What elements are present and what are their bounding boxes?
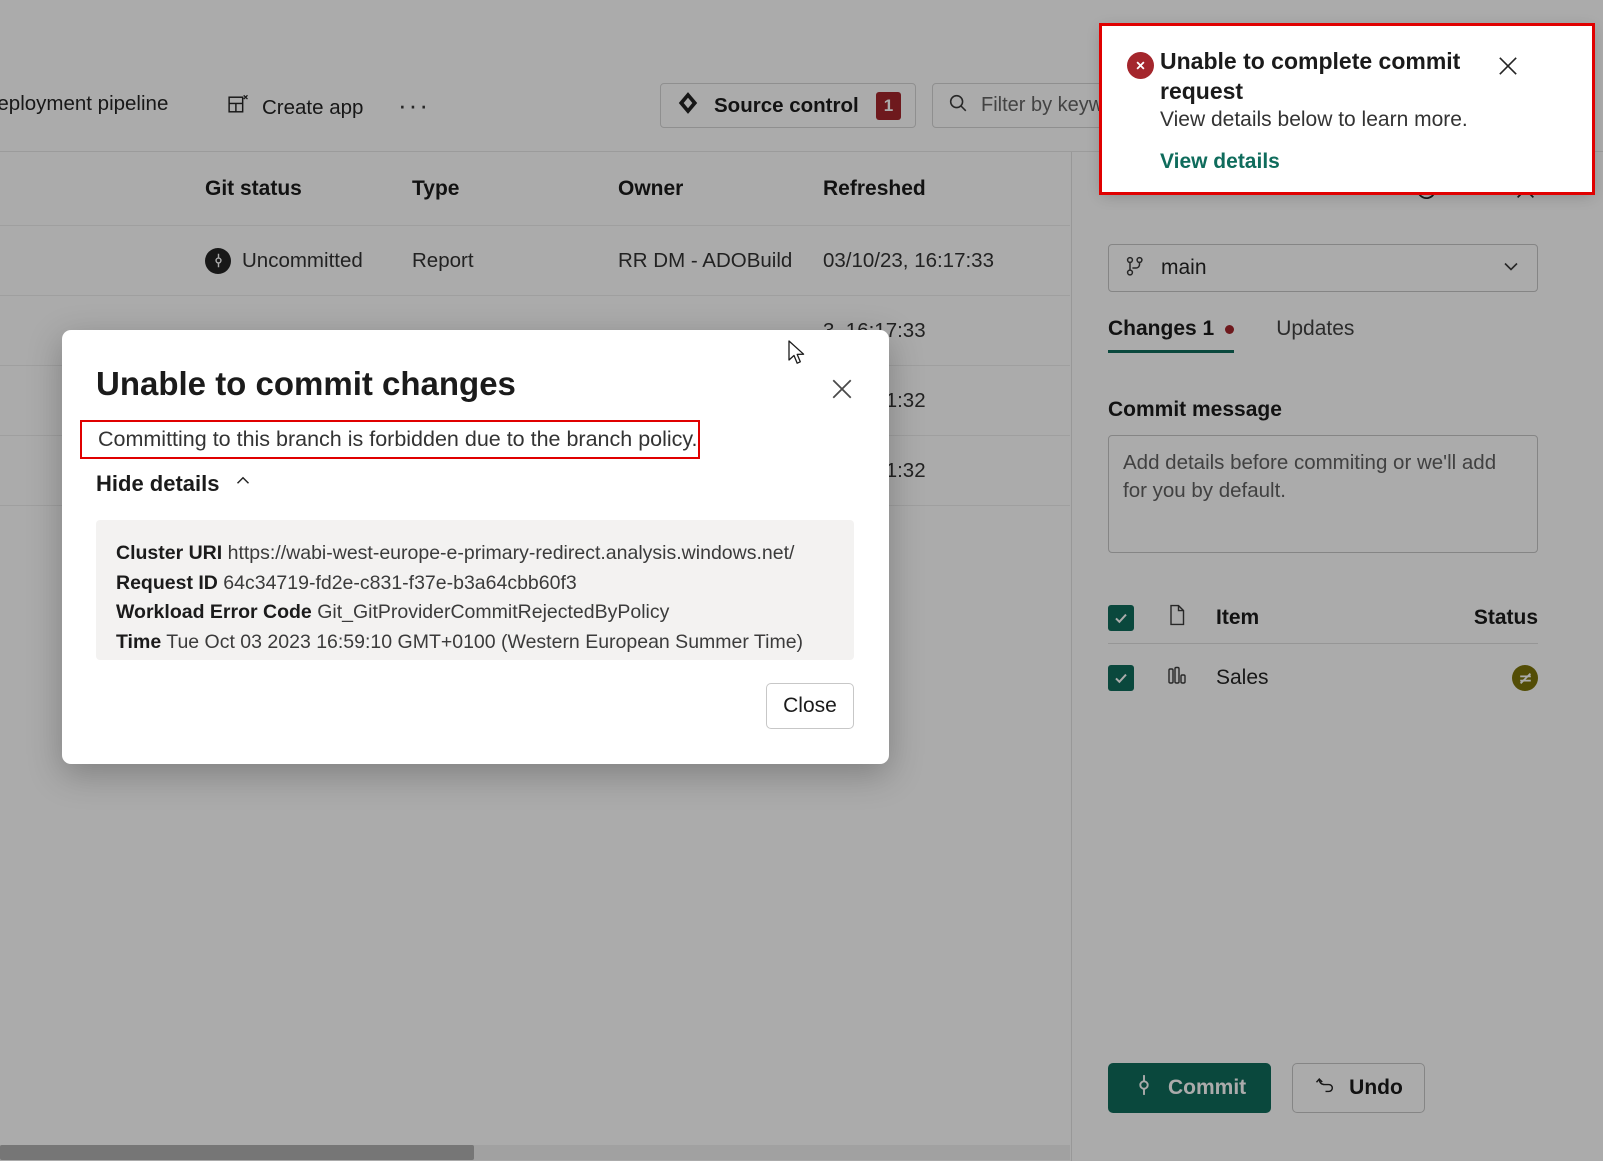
detail-workload-error-code: Workload Error Code Git_GitProviderCommi… [116,598,834,628]
create-app-label: Create app [262,96,363,120]
detail-cluster-uri: Cluster URI https://wabi-west-europe-e-p… [116,539,834,569]
detail-value: https://wabi-west-europe-e-primary-redir… [228,542,795,564]
column-header-type[interactable]: Type [412,177,459,201]
detail-label: Time [116,631,161,653]
horizontal-scrollbar-thumb[interactable] [0,1145,474,1160]
file-icon [1165,603,1189,632]
commit-button-label: Commit [1168,1076,1246,1100]
undo-button[interactable]: Undo [1292,1063,1425,1113]
table-row[interactable]: Uncommitted Report RR DM - ADOBuild 03/1… [0,226,1070,296]
report-icon [1165,664,1189,693]
tab-changes-label: Changes 1 [1108,317,1214,341]
column-header-owner[interactable]: Owner [618,177,683,201]
dialog-title: Unable to commit changes [96,365,516,403]
row-checkbox[interactable] [1108,665,1134,691]
status-badge [1512,665,1538,691]
git-status-text: Uncommitted [242,249,363,273]
detail-value: Tue Oct 03 2023 16:59:10 GMT+0100 (Weste… [166,631,803,653]
error-icon [1127,52,1154,79]
detail-time: Time Tue Oct 03 2023 16:59:10 GMT+0100 (… [116,628,834,658]
cell-refreshed: 03/10/23, 16:17:33 [823,249,994,273]
commit-message-label: Commit message [1108,398,1282,422]
dialog-close-button[interactable]: Close [766,683,854,729]
column-header-git-status[interactable]: Git status [205,177,302,201]
deployment-pipeline-button[interactable]: deployment pipeline [0,92,168,116]
cell-type: Report [412,249,474,273]
detail-label: Request ID [116,572,218,594]
more-options-button[interactable]: ··· [398,90,430,121]
uncommitted-icon [205,248,231,274]
source-control-panel: Source control [1071,152,1603,1161]
tab-changes[interactable]: Changes 1 [1108,317,1234,353]
undo-button-label: Undo [1349,1076,1403,1100]
hide-details-toggle[interactable]: Hide details [96,470,254,497]
tab-updates-label: Updates [1276,317,1354,341]
dialog-message: Committing to this branch is forbidden d… [98,427,698,452]
dialog-message-highlight: Committing to this branch is forbidden d… [80,420,700,459]
toast-subtitle: View details below to learn more. [1160,108,1468,132]
list-item-name: Sales [1216,666,1269,690]
create-app-button[interactable]: Create app [226,92,363,123]
panel-action-buttons: Commit Undo [1108,1063,1425,1113]
create-app-icon [226,92,251,123]
commit-icon [1133,1074,1155,1102]
detail-value: 64c34719-fd2e-c831-f37e-b3a64cbb60f3 [223,572,576,594]
tab-updates[interactable]: Updates [1276,317,1354,353]
ellipsis-icon: ··· [398,90,430,121]
view-details-link[interactable]: View details [1160,150,1280,174]
branch-select[interactable]: main [1108,244,1538,292]
changes-list-header: Item Status [1108,592,1538,644]
chevron-up-icon [232,470,254,497]
toast-title: Unable to complete commit request [1160,46,1480,106]
error-details-box: Cluster URI https://wabi-west-europe-e-p… [96,520,854,660]
panel-tabs: Changes 1 Updates [1108,317,1354,353]
hide-details-label: Hide details [96,471,219,497]
unable-to-commit-dialog: Unable to commit changes Committing to t… [62,330,889,764]
source-control-count-badge: 1 [876,92,901,120]
search-icon [947,92,969,119]
undo-icon [1314,1074,1337,1103]
detail-label: Workload Error Code [116,601,312,623]
cell-owner: RR DM - ADOBuild [618,249,792,273]
commit-message-input[interactable] [1108,435,1538,553]
table-header-row: Git status Type Owner Refreshed [0,152,1070,226]
select-all-checkbox[interactable] [1108,605,1134,631]
detail-label: Cluster URI [116,542,222,564]
column-header-item: Item [1216,606,1259,630]
git-status-cell: Uncommitted [205,248,363,274]
detail-value: Git_GitProviderCommitRejectedByPolicy [317,601,669,623]
close-icon[interactable] [827,374,857,409]
detail-request-id: Request ID 64c34719-fd2e-c831-f37e-b3a64… [116,569,834,599]
source-control-label: Source control [714,94,859,118]
source-control-button[interactable]: Source control 1 [660,83,916,128]
changes-dot-indicator [1225,325,1234,334]
close-icon[interactable] [1494,52,1522,85]
error-toast: Unable to complete commit request View d… [1102,26,1592,192]
source-control-icon [675,90,701,121]
chevron-down-icon [1499,254,1523,283]
column-header-refreshed[interactable]: Refreshed [823,177,926,201]
branch-name: main [1161,256,1207,280]
column-header-status: Status [1474,606,1538,630]
branch-icon [1123,254,1147,283]
deployment-pipeline-label: deployment pipeline [0,92,168,116]
commit-button[interactable]: Commit [1108,1063,1271,1113]
list-item[interactable]: Sales [1108,647,1538,709]
